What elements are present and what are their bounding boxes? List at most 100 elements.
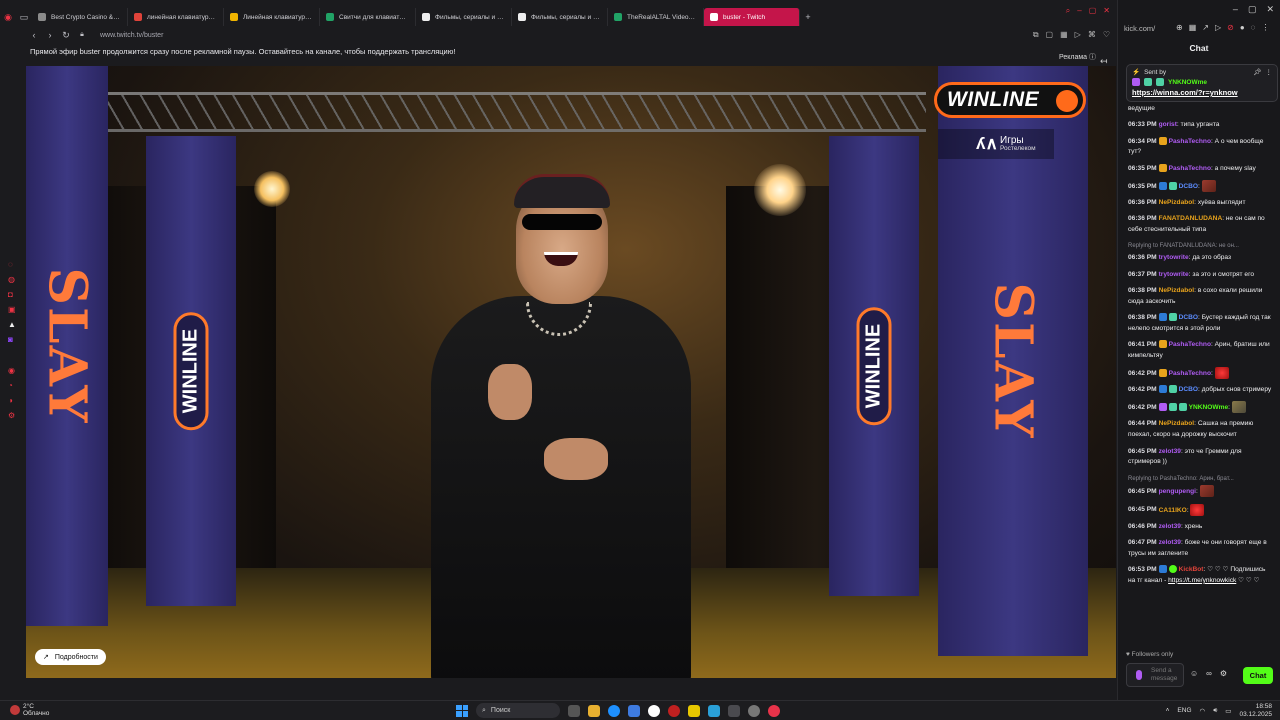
chat-message[interactable]: 06:37 PM trytowrite: за это и смотрят его (1128, 270, 1273, 281)
chat-message[interactable]: 06:53 PM KickBot: ♡ ♡ ♡ Подпишись на тг к… (1128, 565, 1273, 587)
video-player[interactable]: SLAY WINLINE WINLINE SLAY WINLINE ʎ∧ Игр… (26, 66, 1116, 678)
minimize-icon[interactable]: – (1233, 4, 1238, 15)
chat-message[interactable]: 06:42 PM PashaTechno: (1128, 367, 1273, 380)
reload-button[interactable]: ↻ (58, 30, 74, 41)
message-username[interactable]: YNKNOWme (1189, 404, 1229, 411)
message-username[interactable]: PashaTechno (1169, 165, 1211, 172)
message-username[interactable]: DCBO (1179, 183, 1198, 190)
message-username[interactable]: DCBO (1179, 314, 1198, 321)
browser-tab[interactable]: Best Crypto Casino & Bit (32, 8, 128, 26)
sidebar-icon-2[interactable]: ◍ (8, 275, 22, 284)
extensions-icon[interactable]: ⌘ (1088, 30, 1096, 40)
edge-icon[interactable] (608, 704, 620, 717)
screenshot-icon[interactable]: ▦ (1060, 30, 1068, 40)
chat-message[interactable]: Replying to FANATDANLUDANA: не он... 06:3… (1128, 241, 1273, 264)
close-icon[interactable]: ✕ (1103, 6, 1110, 16)
file-explorer-icon[interactable] (588, 704, 600, 717)
message-username[interactable]: gorist (1159, 121, 1177, 128)
emote-icon[interactable] (1190, 503, 1205, 516)
tab-overview-icon[interactable]: ▭ (16, 12, 32, 23)
sidebar-icon-5[interactable]: ▲ (8, 320, 22, 329)
back-button[interactable]: ‹ (26, 30, 42, 40)
bookmark-icon[interactable]: ▢ (1046, 30, 1054, 40)
message-username[interactable]: KickBot (1179, 566, 1204, 573)
app-icon[interactable] (728, 704, 740, 717)
browser-tab[interactable]: Свитчи для клавиатуры (320, 8, 416, 26)
message-username[interactable]: zelot39 (1159, 539, 1181, 546)
heart-icon[interactable]: ♡ (1103, 30, 1110, 40)
message-username[interactable]: NePizdabol (1159, 420, 1195, 427)
minimize-icon[interactable]: – (1077, 6, 1081, 16)
pinned-message[interactable]: ⚡ Sent by 📌︎ ⋮ YNKNOWme https://winna.co… (1126, 64, 1278, 102)
telegram-icon[interactable] (708, 704, 720, 717)
sidebar-icon-6[interactable]: ◙ (8, 335, 22, 344)
close-icon[interactable]: ✕ (1266, 4, 1274, 15)
message-username[interactable]: FANATDANLUDANA (1159, 215, 1223, 222)
message-username[interactable]: PashaTechno (1169, 341, 1211, 348)
menu-icon[interactable]: ⋮ (1261, 23, 1269, 32)
sidebar-icon-9[interactable]: ◑ (8, 396, 22, 405)
mic-icon[interactable] (1136, 670, 1142, 680)
chat-input[interactable]: Send a message (1126, 663, 1184, 687)
adblock-icon[interactable]: ⊘ (1227, 23, 1234, 32)
weather-widget[interactable]: 2°C Облачно (10, 703, 49, 717)
chat-icon[interactable]: ◌ (1251, 23, 1256, 32)
chat-message[interactable]: 06:42 PM DCBO: добрых снов стримеру (1128, 385, 1273, 396)
chat-message[interactable]: Replying to PashaTechno: Арин, брат... 06… (1128, 474, 1273, 498)
screenshot-icon[interactable]: ▦ (1189, 23, 1197, 32)
emote-icon[interactable] (1199, 485, 1214, 498)
browser-tab[interactable]: Линейная клавиатура и (224, 8, 320, 26)
chat-message[interactable]: 06:33 PM gorist: типа урганта (1128, 120, 1273, 131)
message-username[interactable]: PashaTechno (1169, 370, 1211, 377)
chat-message[interactable]: 06:46 PM zelot39: хрень (1128, 522, 1273, 533)
opera-icon[interactable] (768, 704, 780, 717)
browser-menu-icon[interactable]: ◉ (0, 12, 16, 23)
taskbar-search[interactable]: ⌕ Поиск (476, 703, 560, 718)
url-field[interactable]: www.twitch.tv/buster (100, 32, 163, 39)
settings-icon[interactable]: ⚙ (1220, 669, 1227, 678)
chat-message[interactable]: 06:35 PM DCBO: (1128, 179, 1273, 193)
maximize-icon[interactable]: ▢ (1089, 6, 1097, 16)
message-username[interactable]: NePizdabol (1159, 199, 1195, 206)
app-icon[interactable] (668, 704, 680, 717)
tray-chevron-icon[interactable]: ˄ (1166, 707, 1170, 714)
kick-points-icon[interactable]: ∞ (1206, 669, 1212, 678)
more-icon[interactable]: ⋮ (1266, 68, 1273, 76)
sidebar-icon-3[interactable]: ◘ (8, 290, 22, 299)
info-icon[interactable]: ⓘ (1089, 54, 1096, 61)
chat-message[interactable]: 06:45 PM CA11IKO: (1128, 503, 1273, 517)
message-username[interactable]: trytowrite (1159, 271, 1189, 278)
profile-icon[interactable]: ● (1240, 23, 1245, 32)
sidebar-icon-4[interactable]: ▣ (8, 305, 22, 314)
task-view-icon[interactable] (568, 704, 580, 717)
share-icon[interactable]: ↗ (1202, 23, 1209, 32)
message-username[interactable]: zelot39 (1159, 523, 1181, 530)
player-icon[interactable]: ▷ (1075, 30, 1081, 40)
search-icon[interactable]: ⌕ (1066, 6, 1070, 16)
battery-icon[interactable]: ▭ (1225, 707, 1231, 715)
yandex-icon[interactable] (648, 704, 660, 717)
browser-tab[interactable]: Фильмы, сериалы и мул (416, 8, 512, 26)
sidebar-icon-10[interactable]: ⚙ (8, 411, 22, 420)
steam-icon[interactable] (748, 704, 760, 717)
chat-message[interactable]: 06:35 PM PashaTechno: а почему slay (1128, 163, 1273, 175)
message-username[interactable]: pengupengi (1159, 488, 1196, 495)
chat-message[interactable]: 06:44 PM NePizdabol: Сашка на премию поех… (1128, 419, 1273, 441)
sidebar-icon-8[interactable]: ◔ (8, 381, 22, 390)
message-username[interactable]: PashaTechno (1169, 138, 1211, 145)
chat-message[interactable]: 06:36 PM NePizdabol: хуёва выглядит (1128, 198, 1273, 209)
message-username[interactable]: zelot39 (1159, 448, 1181, 455)
message-username[interactable]: NePizdabol (1159, 287, 1195, 294)
start-button[interactable] (456, 704, 468, 717)
chat-message[interactable]: 06:45 PM zelot39: это че Гремми для стрим… (1128, 447, 1273, 469)
pin-icon[interactable]: 📌︎ (1253, 68, 1261, 76)
install-icon[interactable]: ⧉ (1033, 30, 1039, 40)
forward-button[interactable]: › (42, 30, 58, 40)
chat-message[interactable]: 06:36 PM FANATDANLUDANA: не он сам по себ… (1128, 214, 1273, 236)
chat-send-button[interactable]: Chat (1243, 667, 1273, 684)
emote-icon[interactable] (1201, 179, 1216, 192)
message-username[interactable]: trytowrite (1159, 254, 1189, 261)
chat-message[interactable]: 06:38 PM NePizdabol: в сохо ехали решили … (1128, 286, 1273, 308)
browser-tab[interactable]: линейная клавиатура и (128, 8, 224, 26)
emote-icon[interactable] (1231, 401, 1246, 414)
